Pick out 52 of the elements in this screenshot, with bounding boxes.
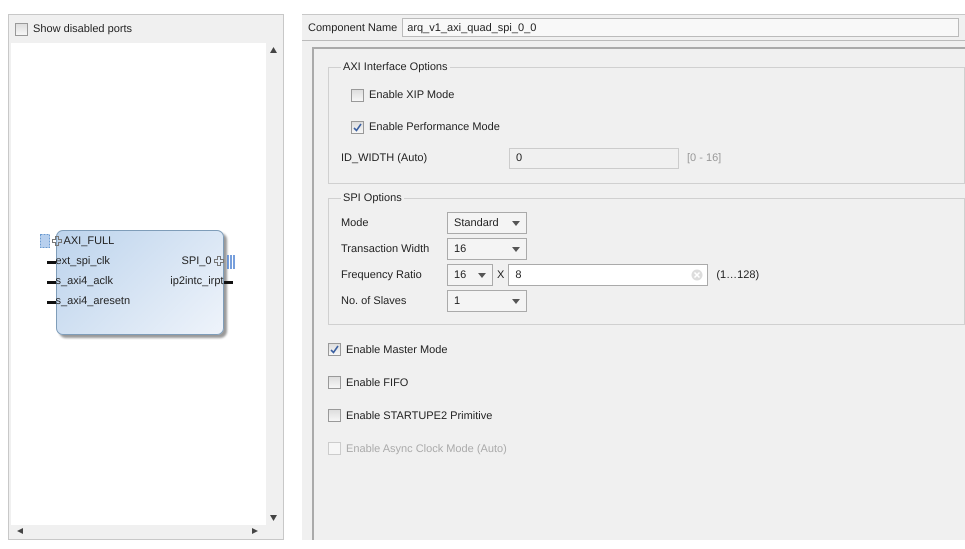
- port-label: ip2intc_irpt: [170, 274, 224, 286]
- field-label: Component Name: [308, 22, 398, 34]
- port-stub: [46, 260, 56, 264]
- checkbox[interactable]: [351, 120, 364, 134]
- checkbox[interactable]: [328, 343, 341, 356]
- ip-block-background[interactable]: [56, 230, 224, 334]
- field-label: Mode: [341, 217, 370, 229]
- group-title: AXI Interface Options: [342, 61, 449, 73]
- caret-icon: [512, 220, 520, 226]
- range-hint: [0 - 16]: [687, 152, 722, 164]
- option-checkbox[interactable]: Enable FIFO: [328, 376, 965, 389]
- multiplier-label: X: [497, 269, 504, 281]
- field-label: Frequency Ratio: [341, 269, 423, 281]
- option-checkbox[interactable]: Enable Performance Mode: [351, 120, 500, 134]
- checkbox[interactable]: [15, 22, 28, 36]
- field-label: No. of Slaves: [341, 295, 408, 307]
- ratio-field[interactable]: 8: [508, 264, 708, 286]
- scroll-down-icon[interactable]: [270, 515, 277, 521]
- plus-icon: [214, 256, 224, 266]
- port-stub: [224, 280, 232, 284]
- port-label: s_axi4_aresetn: [56, 294, 130, 306]
- checkbox[interactable]: [351, 88, 364, 102]
- port-label: s_axi4_aclk: [56, 274, 113, 286]
- plus-icon: [52, 236, 62, 246]
- dropdown[interactable]: Standard: [447, 212, 527, 234]
- group-title: SPI Options: [342, 192, 403, 204]
- bus-bars-icon: [226, 254, 234, 268]
- checkbox[interactable]: [328, 376, 341, 389]
- port-stub: [46, 300, 56, 304]
- port-stub: [46, 280, 56, 284]
- port-label: SPI_0: [182, 254, 212, 266]
- clear-icon[interactable]: [691, 269, 704, 281]
- option-checkbox[interactable]: Enable Master Mode: [328, 343, 965, 356]
- scroll-left-icon[interactable]: [17, 528, 24, 534]
- dropdown[interactable]: 16: [447, 238, 527, 260]
- component-name-field[interactable]: arq_v1_axi_quad_spi_0_0: [402, 18, 959, 37]
- option-checkbox[interactable]: Enable STARTUPE2 Primitive: [328, 409, 965, 422]
- range-hint: (1…128): [716, 269, 760, 281]
- field-label: ID_WIDTH (Auto): [341, 152, 428, 164]
- port-label: AXI_FULL: [64, 234, 114, 246]
- option-checkbox[interactable]: Enable XIP Mode: [351, 88, 454, 102]
- bus-port-icon: [40, 234, 50, 248]
- caret-icon: [512, 298, 520, 304]
- field-label: Transaction Width: [341, 243, 430, 255]
- checkbox[interactable]: [328, 409, 341, 422]
- dropdown[interactable]: 1: [447, 290, 527, 312]
- caret-icon: [512, 246, 520, 252]
- dropdown[interactable]: 16: [447, 264, 493, 286]
- caret-icon: [478, 272, 486, 278]
- scroll-up-icon[interactable]: [270, 47, 277, 53]
- port-label: ext_spi_clk: [56, 254, 110, 266]
- scroll-right-icon[interactable]: [252, 528, 259, 534]
